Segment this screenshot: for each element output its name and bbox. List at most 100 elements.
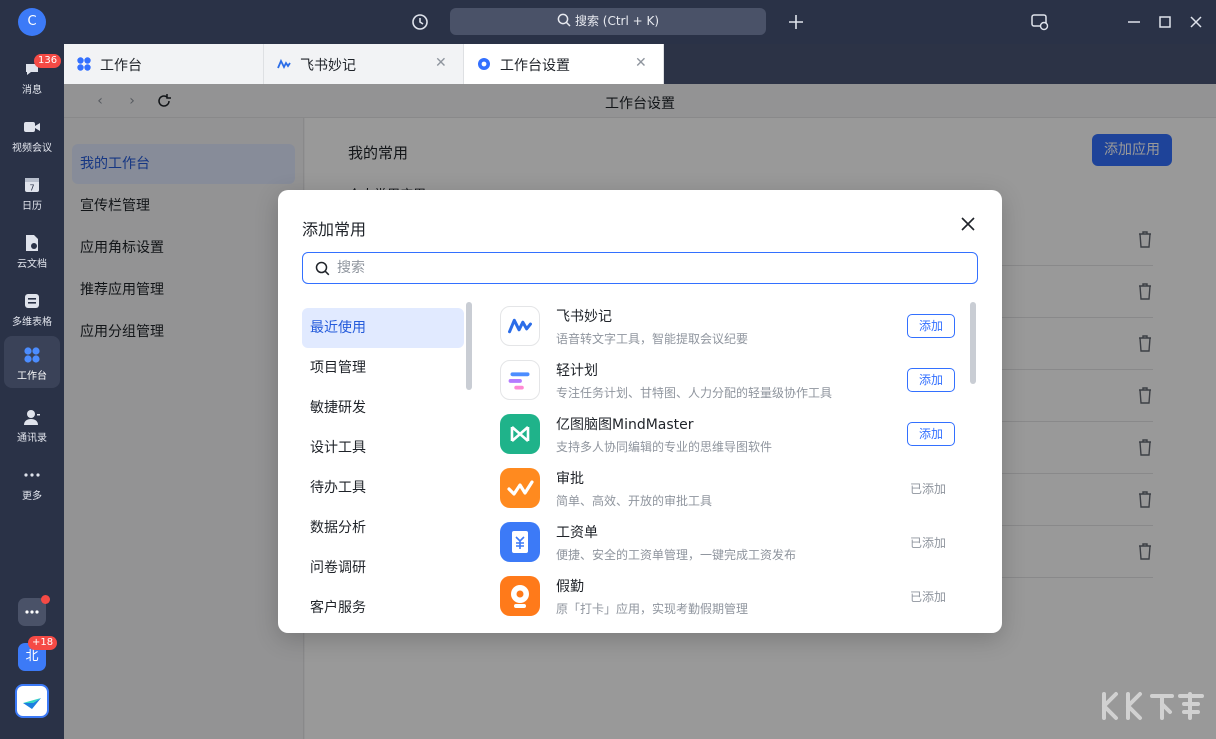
org-switcher[interactable]: 北 +18 (18, 636, 58, 671)
chat-shortcut[interactable] (18, 595, 50, 626)
search-input[interactable] (337, 253, 967, 283)
left-nav-rail: C 136 消息 视频会议 7 日历 云文档 多维表格 工作台 通讯录 更多 北 (0, 0, 64, 739)
rail-item-label: 工作台 (17, 371, 47, 382)
close-tab-icon[interactable]: ✕ (635, 56, 649, 70)
search-label: 搜索 (Ctrl + K) (574, 14, 660, 28)
app-name: 假勤 (556, 579, 584, 595)
add-button[interactable]: 添加 (907, 422, 955, 446)
feishu-logo-icon (23, 698, 41, 709)
app-description: 专注任务计划、甘特图、人力分配的轻量级协作工具 (556, 386, 833, 400)
add-button[interactable]: 添加 (907, 314, 955, 338)
app-name: 飞书妙记 (556, 309, 612, 325)
calendar-icon: 7 (25, 178, 39, 193)
app-logo-button[interactable] (15, 684, 49, 718)
app-item: 轻计划 专注任务计划、甘特图、人力分配的轻量级协作工具 添加 (490, 354, 960, 408)
org-badge: +18 (28, 636, 58, 650)
tab-label: 工作台 (100, 58, 142, 74)
rail-item-label: 视频会议 (12, 143, 52, 154)
rail-item-label: 消息 (22, 85, 42, 96)
added-status: 已添加 (910, 482, 947, 496)
tab-workplace-settings[interactable]: 工作台设置 ✕ (464, 44, 664, 84)
history-icon[interactable] (410, 12, 430, 32)
app-item: 工资单 便捷、安全的工资单管理，一键完成工资发布 已添加 (490, 516, 960, 570)
plan-app-icon (500, 360, 540, 400)
category-item[interactable]: 设计工具 (302, 428, 464, 468)
rail-item-label: 通讯录 (17, 433, 47, 444)
app-item: 审批 简单、高效、开放的审批工具 已添加 (490, 462, 960, 516)
app-list-scrollbar[interactable] (970, 302, 976, 384)
minimize-icon[interactable] (1124, 12, 1144, 32)
rail-item-label: 日历 (22, 201, 42, 212)
rail-item-docs[interactable]: 云文档 (4, 224, 60, 276)
app-name: 轻计划 (556, 363, 598, 379)
minutes-app-icon (500, 306, 540, 346)
minutes-logo-icon (277, 58, 291, 70)
table-icon (25, 294, 39, 308)
app-name: 亿图脑图MindMaster (556, 417, 694, 433)
rail-item-label: 云文档 (17, 259, 47, 270)
app-description: 语音转文字工具，智能提取会议纪要 (556, 332, 749, 346)
app-name: 工资单 (556, 525, 598, 541)
mindmaster-app-icon (500, 414, 540, 454)
close-window-icon[interactable] (1186, 12, 1206, 32)
org-initial: 北 (25, 649, 39, 664)
category-item[interactable]: 项目管理 (302, 348, 464, 388)
category-scrollbar[interactable] (466, 302, 472, 390)
contacts-icon (24, 410, 40, 425)
add-favorites-dialog: 添加常用 最近使用 项目管理 敏捷研发 设计工具 待办工具 数据分析 问卷调研 … (278, 190, 1002, 633)
window-titlebar: 搜索 (Ctrl + K) (64, 0, 1216, 44)
tab-label: 工作台设置 (500, 58, 570, 74)
notification-dot (41, 595, 50, 604)
rail-item-workplace[interactable]: 工作台 (4, 336, 60, 388)
global-search-bar[interactable]: 搜索 (Ctrl + K) (450, 8, 766, 35)
rail-item-more[interactable]: 更多 (4, 456, 60, 508)
category-list: 最近使用 项目管理 敏捷研发 设计工具 待办工具 数据分析 问卷调研 客户服务 (302, 306, 470, 633)
category-item[interactable]: 最近使用 (302, 308, 464, 348)
rail-item-video-meeting[interactable]: 视频会议 (4, 108, 60, 160)
app-search-field[interactable] (302, 252, 978, 284)
workplace-grid-icon (77, 57, 91, 71)
video-camera-icon (24, 122, 40, 132)
app-item: 假勤 原「打卡」应用，实现考勤假期管理 已添加 (490, 570, 960, 624)
app-description: 支持多人协同编辑的专业的思维导图软件 (556, 440, 773, 454)
app-description: 原「打卡」应用，实现考勤假期管理 (556, 602, 749, 616)
add-button[interactable]: 添加 (907, 368, 955, 392)
maximize-icon[interactable] (1155, 12, 1175, 32)
user-avatar[interactable]: C (18, 8, 46, 36)
payslip-app-icon (500, 522, 540, 562)
category-item[interactable]: 问卷调研 (302, 548, 464, 588)
document-icon (26, 235, 38, 251)
desktop-notification-icon[interactable] (1030, 12, 1050, 32)
search-icon (557, 13, 571, 27)
rail-item-label: 更多 (22, 491, 42, 502)
rail-item-calendar[interactable]: 7 日历 (4, 166, 60, 218)
added-status: 已添加 (910, 536, 947, 550)
search-icon (315, 261, 330, 276)
approval-app-icon (500, 468, 540, 508)
app-item: 亿图脑图MindMaster 支持多人协同编辑的专业的思维导图软件 添加 (490, 408, 960, 462)
app-description: 便捷、安全的工资单管理，一键完成工资发布 (556, 548, 797, 562)
rail-item-contacts[interactable]: 通讯录 (4, 398, 60, 450)
category-item[interactable]: 数据分析 (302, 508, 464, 548)
category-item[interactable]: 待办工具 (302, 468, 464, 508)
dialog-title: 添加常用 (302, 220, 367, 239)
app-name: 审批 (556, 471, 584, 487)
tab-label: 飞书妙记 (300, 58, 356, 74)
tab-bar: 工作台 飞书妙记 ✕ 工作台设置 ✕ (64, 44, 1216, 84)
attendance-app-icon (500, 576, 540, 616)
close-tab-icon[interactable]: ✕ (435, 56, 449, 70)
watermark-logo (1102, 692, 1204, 720)
new-tab-plus-icon[interactable] (786, 12, 806, 32)
app-description: 简单、高效、开放的审批工具 (556, 494, 713, 508)
category-item[interactable]: 敏捷研发 (302, 388, 464, 428)
added-status: 已添加 (910, 590, 947, 604)
rail-item-label: 多维表格 (12, 317, 52, 328)
rail-item-bitable[interactable]: 多维表格 (4, 282, 60, 334)
unread-badge: 136 (34, 54, 62, 68)
tab-workplace[interactable]: 工作台 (64, 44, 264, 84)
close-icon[interactable] (960, 216, 976, 232)
tab-minutes[interactable]: 飞书妙记 ✕ (264, 44, 464, 84)
settings-gear-icon (478, 58, 490, 70)
category-item[interactable]: 客户服务 (302, 588, 464, 628)
rail-item-messages[interactable]: 136 消息 (4, 50, 62, 102)
